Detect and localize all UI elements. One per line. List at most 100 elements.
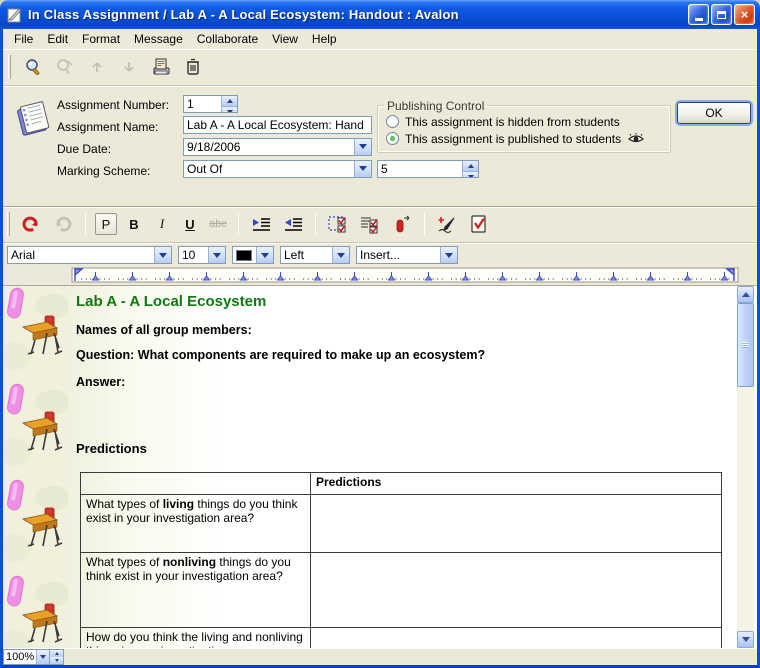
minimize-button[interactable] — [688, 4, 709, 25]
radio-unselected-icon[interactable] — [386, 115, 399, 128]
menu-collaborate[interactable]: Collaborate — [190, 30, 265, 48]
status-bar: 100% — [3, 648, 757, 665]
assignment-name-label: Assignment Name: — [57, 120, 158, 134]
form-fields-button[interactable] — [325, 211, 351, 237]
answer-cell[interactable] — [311, 494, 722, 552]
menu-message[interactable]: Message — [127, 30, 190, 48]
titlebar[interactable]: In Class Assignment / Lab A - A Local Ec… — [0, 0, 760, 29]
hidden-option-label: This assignment is hidden from students — [405, 115, 620, 129]
undo-icon — [21, 214, 41, 234]
close-button[interactable]: × — [734, 4, 755, 25]
scrollbar-thumb[interactable] — [737, 303, 754, 387]
assignment-name-input[interactable]: Lab A - A Local Ecosystem: Hand — [183, 116, 372, 134]
marking-scheme-select[interactable]: Out Of — [183, 160, 372, 178]
menu-help[interactable]: Help — [305, 30, 344, 48]
menu-file[interactable]: File — [7, 30, 40, 48]
search-button[interactable] — [20, 54, 46, 80]
scroll-down-button[interactable] — [737, 631, 754, 648]
insert-dropdown-arrow[interactable] — [440, 247, 457, 263]
insert-select[interactable]: Insert... — [356, 246, 458, 264]
answer-cell[interactable] — [311, 552, 722, 627]
ok-button[interactable]: OK — [677, 102, 751, 124]
undo-button[interactable] — [18, 211, 44, 237]
out-of-spin-buttons[interactable] — [462, 161, 478, 177]
font-family-select[interactable]: Arial — [7, 246, 172, 264]
assignment-number-spin-buttons[interactable] — [221, 96, 237, 112]
font-toolbar: Arial 10 Left Insert... — [3, 243, 757, 267]
main-toolbar — [3, 49, 757, 86]
assignment-number-stepper[interactable]: 1 — [183, 95, 238, 113]
maximize-button[interactable] — [711, 4, 732, 25]
menu-edit[interactable]: Edit — [40, 30, 75, 48]
out-of-stepper[interactable]: 5 — [377, 160, 479, 178]
font-family-dropdown-arrow[interactable] — [154, 247, 171, 263]
vertical-scrollbar[interactable] — [737, 286, 754, 648]
italic-button[interactable]: I — [151, 213, 173, 235]
maximize-icon — [717, 11, 726, 19]
trash-icon — [183, 57, 203, 77]
underline-button[interactable]: U — [179, 213, 201, 235]
zoom-dropdown-arrow[interactable] — [36, 650, 49, 664]
minimize-icon — [695, 18, 703, 21]
approve-button[interactable] — [466, 211, 492, 237]
print-icon — [150, 56, 172, 78]
format-toolbar-grip[interactable] — [7, 212, 10, 236]
publishing-control-group: Publishing Control This assignment is hi… — [377, 99, 671, 153]
font-color-select[interactable] — [232, 246, 274, 264]
print-button[interactable] — [148, 54, 174, 80]
marking-scheme-label: Marking Scheme: — [57, 164, 150, 178]
marking-scheme-dropdown-arrow[interactable] — [354, 161, 371, 177]
outdent-icon — [282, 215, 304, 233]
paragraph-style-button[interactable]: P — [95, 213, 117, 235]
checklist-button[interactable] — [357, 211, 383, 237]
search-again-icon — [55, 57, 75, 77]
publishing-control-legend: Publishing Control — [384, 99, 487, 113]
color-swatch-black — [236, 250, 252, 261]
due-date-select[interactable]: 9/18/2006 — [183, 138, 372, 156]
assignment-number-label: Assignment Number: — [57, 98, 169, 112]
hidden-option[interactable]: This assignment is hidden from students — [386, 115, 670, 129]
next-button-disabled[interactable] — [116, 54, 142, 80]
alignment-select[interactable]: Left — [280, 246, 350, 264]
font-color-dropdown-arrow[interactable] — [256, 247, 273, 263]
menu-bar: File Edit Format Message Collaborate Vie… — [3, 29, 757, 49]
signature-button[interactable] — [434, 211, 460, 237]
outdent-button[interactable] — [280, 211, 306, 237]
approve-checkmark-icon — [469, 214, 489, 234]
font-size-select[interactable]: 10 — [178, 246, 226, 264]
marker-button[interactable] — [389, 211, 415, 237]
table-row: What types of living things do you think… — [81, 494, 722, 552]
search-icon — [23, 57, 43, 77]
zoom-stepper[interactable] — [50, 649, 64, 665]
indent-icon — [250, 215, 272, 233]
menu-format[interactable]: Format — [75, 30, 127, 48]
due-date-dropdown-arrow[interactable] — [354, 139, 371, 155]
previous-button-disabled[interactable] — [84, 54, 110, 80]
ruler[interactable] — [3, 267, 757, 284]
answer-cell[interactable] — [311, 627, 722, 648]
predictions-table: Predictions What types of living things … — [80, 472, 722, 648]
scrollbar-track[interactable] — [737, 387, 754, 631]
toolbar-grip[interactable] — [8, 55, 11, 79]
search-again-button-disabled[interactable] — [52, 54, 78, 80]
question-cell: What types of nonliving things do you th… — [81, 552, 311, 627]
app-window: In Class Assignment / Lab A - A Local Ec… — [0, 0, 760, 668]
radio-selected-icon[interactable] — [386, 132, 399, 145]
alignment-dropdown-arrow[interactable] — [332, 247, 349, 263]
question-cell: How do you think the living and nonlivin… — [81, 627, 311, 648]
indent-button[interactable] — [248, 211, 274, 237]
table-header-row: Predictions — [81, 472, 722, 494]
document-editor[interactable]: Lab A - A Local Ecosystem Names of all g… — [68, 286, 737, 648]
scroll-up-button[interactable] — [737, 286, 754, 303]
checklist-icon — [359, 214, 381, 234]
strikethrough-button-disabled[interactable]: abc — [207, 213, 229, 235]
redo-button-disabled[interactable] — [50, 211, 76, 237]
delete-button[interactable] — [180, 54, 206, 80]
font-size-dropdown-arrow[interactable] — [208, 247, 225, 263]
header-predictions-cell: Predictions — [311, 472, 722, 494]
published-option[interactable]: This assignment is published to students — [386, 132, 670, 146]
menu-view[interactable]: View — [265, 30, 305, 48]
bold-button[interactable]: B — [123, 213, 145, 235]
close-icon: × — [741, 8, 749, 21]
zoom-select[interactable]: 100% — [3, 649, 50, 665]
